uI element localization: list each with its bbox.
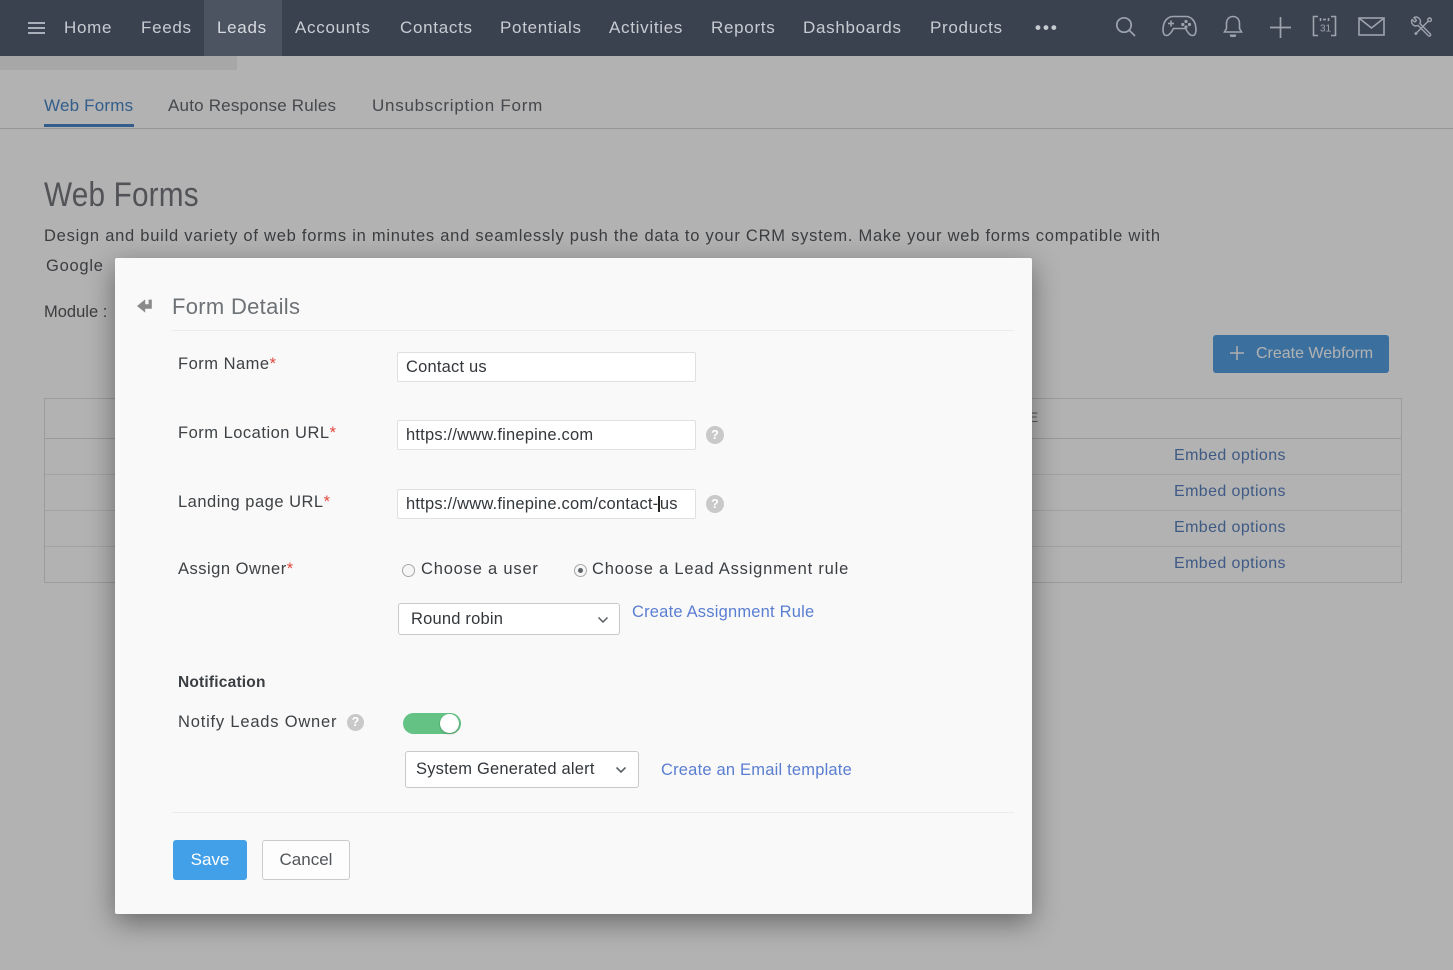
svg-text:31: 31 (1320, 24, 1332, 35)
